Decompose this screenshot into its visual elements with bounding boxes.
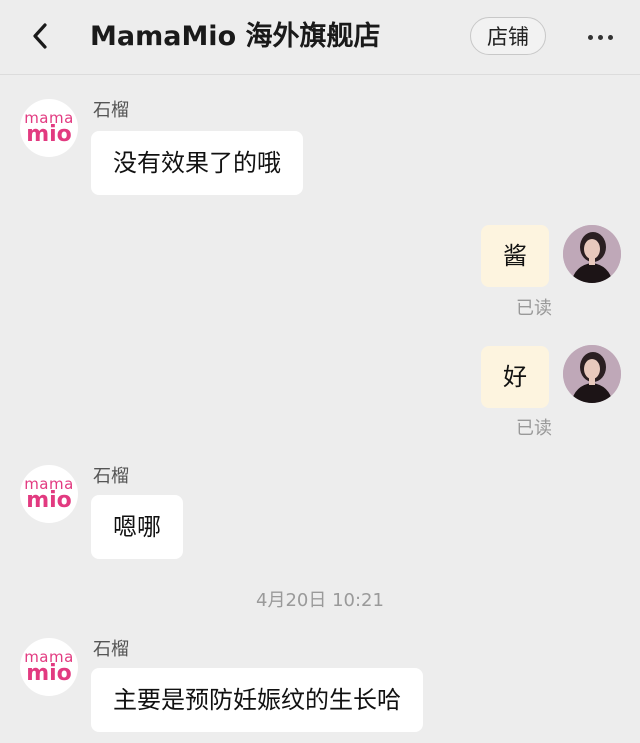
- outgoing-message-bubble[interactable]: 酱: [481, 225, 549, 287]
- chevron-left-icon: [33, 23, 47, 49]
- incoming-message-bubble[interactable]: 没有效果了的哦: [91, 131, 303, 195]
- logo-mio-text: mio: [26, 660, 72, 686]
- sender-name: 石榴: [93, 100, 129, 121]
- store-avatar[interactable]: mama mio: [20, 638, 78, 696]
- logo-mio-text: mio: [26, 121, 72, 147]
- user-photo-icon: [563, 225, 621, 283]
- sender-name: 石榴: [93, 466, 129, 487]
- user-avatar[interactable]: [563, 345, 621, 403]
- logo-mio-text: mio: [26, 487, 72, 513]
- message-timestamp: 4月20日 10:21: [256, 590, 384, 611]
- store-avatar[interactable]: mama mio: [20, 465, 78, 523]
- incoming-message-bubble[interactable]: 嗯哪: [91, 495, 183, 559]
- store-button[interactable]: 店铺: [470, 17, 546, 55]
- sender-name: 石榴: [93, 639, 129, 660]
- store-avatar[interactable]: mama mio: [20, 99, 78, 157]
- back-button[interactable]: [22, 18, 58, 54]
- more-button[interactable]: [578, 22, 622, 52]
- chat-screen: MamaMio 海外旗舰店 店铺 mama mio 石榴 没有效果了的哦 酱 已…: [0, 0, 640, 743]
- incoming-message-bubble[interactable]: 主要是预防妊娠纹的生长哈: [91, 668, 423, 732]
- more-horizontal-icon: [585, 34, 615, 40]
- chat-title: MamaMio 海外旗舰店: [90, 21, 381, 52]
- user-photo-icon: [563, 345, 621, 403]
- chat-header: MamaMio 海外旗舰店 店铺: [0, 0, 640, 75]
- user-avatar[interactable]: [563, 225, 621, 283]
- outgoing-message-bubble[interactable]: 好: [481, 346, 549, 408]
- read-status: 已读: [516, 298, 552, 319]
- read-status: 已读: [516, 418, 552, 439]
